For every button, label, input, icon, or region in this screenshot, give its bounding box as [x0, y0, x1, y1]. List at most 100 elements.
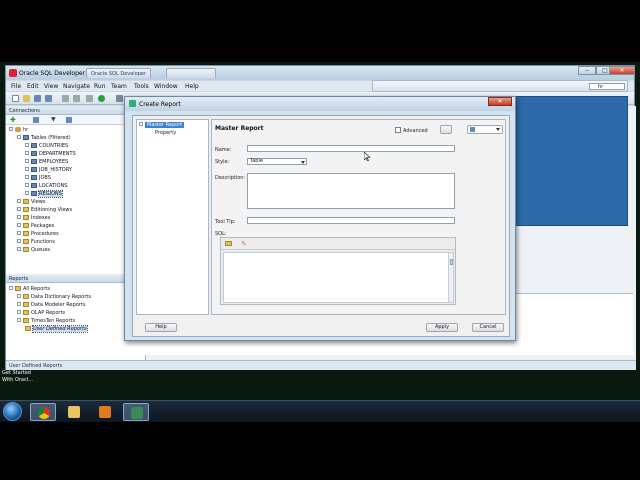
tree-table-departments[interactable]: DEPARTMENTS [25, 150, 76, 158]
reports-all[interactable]: All Reports [9, 285, 50, 293]
master-report-form: Master Report Advanced Name: Style: Tabl… [211, 119, 506, 315]
tree-table-employees[interactable]: EMPLOYEES [25, 158, 68, 166]
table-icon [31, 191, 37, 196]
menu-view[interactable]: View [44, 83, 58, 90]
description-textarea[interactable] [247, 173, 455, 209]
menu-window[interactable]: Window [154, 83, 178, 90]
folder-icon [23, 199, 29, 204]
folder-icon [23, 318, 29, 323]
table-icon [31, 159, 37, 164]
menu-team[interactable]: Team [111, 83, 127, 90]
new-icon[interactable] [12, 95, 19, 102]
open-file-icon[interactable] [225, 241, 232, 246]
name-label: Name: [215, 147, 232, 153]
tree-node-packages[interactable]: Packages [17, 222, 54, 230]
table-icon [31, 175, 37, 180]
oracle-app-icon [9, 69, 17, 77]
folder-icon [23, 310, 29, 315]
reports-olap[interactable]: OLAP Reports [17, 309, 65, 317]
folder-icon [23, 223, 29, 228]
dialog-close-button[interactable]: ✕ [488, 97, 512, 106]
table-icon [31, 183, 37, 188]
tooltip-input[interactable] [247, 217, 455, 224]
taskbar-explorer[interactable] [61, 403, 87, 421]
status-bar: User Defined Reports [6, 360, 636, 370]
ide-title-bar[interactable]: Oracle SQL Developer Oracle SQL Develope… [6, 66, 635, 80]
chrome-icon [38, 407, 50, 419]
connection-select[interactable] [467, 125, 503, 134]
menu-navigate[interactable]: Navigate [63, 83, 90, 90]
reports-timesten[interactable]: TimesTen Reports [17, 317, 75, 325]
menu-run[interactable]: Run [94, 83, 106, 90]
refresh-icon[interactable] [33, 117, 39, 123]
eraser-icon[interactable]: ✎ [241, 240, 247, 248]
undo-icon[interactable] [62, 95, 69, 102]
ide-tab-1[interactable]: Oracle SQL Developer [86, 68, 152, 78]
back-icon[interactable] [86, 95, 93, 102]
menu-tools[interactable]: Tools [134, 83, 149, 90]
edit-icon[interactable] [440, 125, 452, 134]
sql-toolbar: ✎ [221, 238, 455, 250]
ide-title: Oracle SQL Developer [19, 70, 86, 77]
save-icon[interactable] [34, 95, 41, 102]
tree-node-editioning-views[interactable]: Editioning Views [17, 206, 72, 214]
folder-icon [68, 406, 80, 418]
tree-table-job-history[interactable]: JOB_HISTORY [25, 166, 72, 174]
dialog-body: Master Report Property Master Report Adv… [132, 115, 510, 337]
menu-edit[interactable]: Edit [27, 83, 39, 90]
tree-table-locations[interactable]: LOCATIONS [25, 182, 67, 190]
tree-node-queues[interactable]: Queues [17, 246, 50, 254]
folder-icon [25, 326, 31, 331]
sql-scrollbar[interactable] [448, 253, 453, 302]
nav-property[interactable]: Property [155, 130, 176, 137]
dialog-title: Create Report [139, 101, 181, 108]
minimize-button[interactable]: ‒ [578, 66, 596, 75]
open-icon[interactable] [23, 95, 30, 102]
tree-table-countries[interactable]: COUNTRIES [25, 142, 68, 150]
sql-developer-icon [131, 407, 143, 419]
sql-icon[interactable] [116, 95, 123, 102]
chevron-down-icon [301, 161, 305, 164]
tree-node-hr[interactable]: hr [9, 126, 28, 134]
description-label: Description: [215, 175, 246, 181]
cancel-button[interactable]: Cancel [472, 323, 504, 332]
menu-file[interactable]: File [11, 83, 21, 90]
taskbar-media[interactable] [92, 403, 118, 421]
tree-node-procedures[interactable]: Procedures [17, 230, 59, 238]
reports-user-defined[interactable]: User Defined Reports [25, 325, 88, 333]
menu-help[interactable]: Help [185, 83, 199, 90]
add-connection-icon[interactable]: ✚ [10, 116, 16, 124]
report-icon [129, 100, 136, 107]
help-button[interactable]: Help [145, 323, 177, 332]
reports-data-modeler[interactable]: Data Modeler Reports [17, 301, 85, 309]
table-icon [31, 143, 37, 148]
tree-table-regions[interactable]: REGIONS [25, 190, 63, 198]
apply-button[interactable]: Apply [426, 323, 458, 332]
connection-combo[interactable]: hr [589, 83, 625, 90]
reports-data-dictionary[interactable]: Data Dictionary Reports [17, 293, 91, 301]
dialog-title-bar[interactable]: Create Report ✕ [125, 97, 515, 111]
run-icon[interactable] [98, 95, 105, 102]
style-select[interactable]: Table [247, 158, 307, 165]
name-input[interactable] [247, 145, 455, 152]
taskbar-chrome[interactable] [30, 403, 56, 421]
ide-tab-2[interactable] [166, 68, 216, 78]
taskbar-sql-developer[interactable] [123, 403, 149, 421]
tree-node-tables[interactable]: Tables (Filtered) [17, 134, 71, 142]
schema-icon[interactable] [66, 117, 72, 123]
table-icon [31, 167, 37, 172]
tree-table-jobs[interactable]: JOBS [25, 174, 51, 182]
nav-master-report[interactable]: Master Report [139, 122, 185, 129]
folder-icon [15, 286, 21, 291]
close-button[interactable]: ✕ [609, 66, 635, 75]
filter-icon[interactable]: ▼ [51, 116, 56, 123]
tree-node-functions[interactable]: Functions [17, 238, 55, 246]
redo-icon[interactable] [73, 95, 80, 102]
tree-node-views[interactable]: Views [17, 198, 45, 206]
sql-textarea[interactable] [223, 252, 454, 303]
start-button[interactable] [3, 402, 22, 421]
advanced-checkbox[interactable] [395, 127, 401, 133]
save-all-icon[interactable] [45, 95, 52, 102]
tree-node-indexes[interactable]: Indexes [17, 214, 50, 222]
chevron-down-icon [496, 128, 500, 131]
